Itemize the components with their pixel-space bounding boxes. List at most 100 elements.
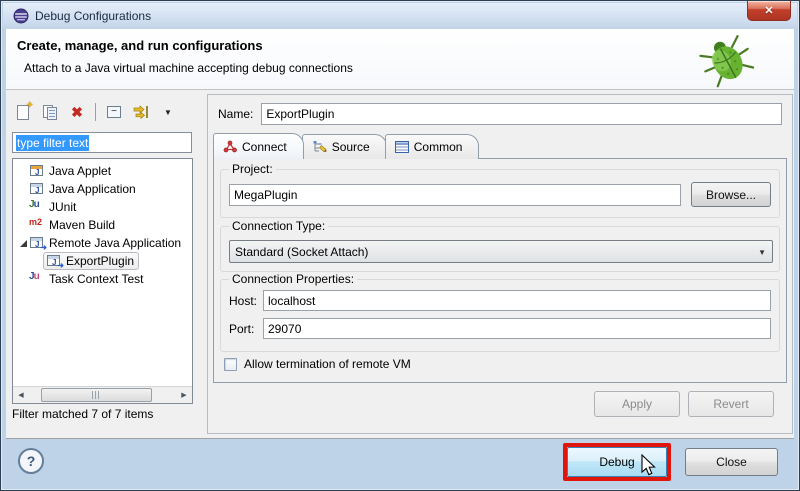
allow-termination-row[interactable]: Allow termination of remote VM (224, 357, 411, 371)
chevron-down-icon: ▼ (164, 108, 172, 117)
tab-source[interactable]: Source (302, 134, 387, 159)
footer-separator (6, 438, 794, 439)
dialog-header-subtitle: Attach to a Java virtual machine accepti… (24, 61, 353, 75)
tree-item-task-context-test[interactable]: Ju Task Context Test (13, 270, 192, 288)
duplicate-icon (43, 105, 58, 120)
debug-bug-icon (698, 31, 756, 89)
tree-item-exportplugin[interactable]: J ➜ ExportPlugin (13, 252, 192, 270)
scroll-left-arrow[interactable]: ◀ (13, 387, 29, 403)
duplicate-configuration-button[interactable] (40, 102, 60, 122)
revert-button[interactable]: Revert (688, 391, 774, 417)
window-title: Debug Configurations (35, 9, 151, 23)
dialog-header-title: Create, manage, and run configurations (17, 38, 263, 53)
filter-launch-configurations-button[interactable] (131, 102, 151, 122)
project-input[interactable] (229, 184, 681, 206)
sparkle-icon: ✦ (26, 100, 34, 111)
project-group-label: Project: (229, 162, 276, 176)
scroll-right-arrow[interactable]: ▶ (176, 387, 192, 403)
connection-type-value: Standard (Socket Attach) (235, 245, 368, 259)
tree-item-label: Task Context Test (49, 272, 144, 286)
port-label: Port: (229, 322, 263, 336)
tree-item-java-applet[interactable]: J Java Applet (13, 162, 192, 180)
collapse-all-button[interactable]: − (104, 102, 124, 122)
config-detail-panel: Name: Connect (207, 94, 793, 434)
collapse-all-icon: − (107, 106, 121, 118)
tree-item-label: Java Applet (49, 164, 111, 178)
junit-icon: Ju (29, 199, 45, 215)
window-close-button[interactable]: ✕ (747, 1, 791, 21)
host-input[interactable] (263, 290, 771, 311)
browse-button-label: Browse... (706, 188, 756, 202)
filter-icon (133, 105, 149, 119)
filter-status-text: Filter matched 7 of 7 items (12, 407, 153, 421)
scrollbar-grip (92, 391, 101, 399)
tab-label: Common (414, 140, 463, 154)
help-button[interactable]: ? (18, 448, 44, 474)
config-tabs: Connect Source (213, 133, 479, 159)
delete-configuration-button[interactable]: ✖ (67, 102, 87, 122)
tree-item-maven-build[interactable]: m2 Maven Build (13, 216, 192, 234)
remote-arrow-icon: ➜ (57, 261, 64, 270)
launch-config-toolbar: ✦ ✖ − ▼ (13, 100, 178, 124)
task-context-test-icon: Ju (29, 271, 45, 287)
expanded-twisty-icon[interactable] (17, 237, 29, 249)
selected-tree-item[interactable]: J ➜ ExportPlugin (43, 252, 139, 270)
port-input[interactable] (263, 318, 771, 339)
browse-button[interactable]: Browse... (691, 182, 771, 207)
revert-button-label: Revert (713, 397, 748, 411)
filter-input[interactable]: type filter text (12, 132, 192, 153)
host-label: Host: (229, 294, 263, 308)
tree-item-java-application[interactable]: J Java Application (13, 180, 192, 198)
help-icon: ? (27, 453, 36, 469)
scrollbar-track[interactable] (29, 387, 176, 403)
tree-item-junit[interactable]: Ju JUnit (13, 198, 192, 216)
tree-item-label: Java Application (49, 182, 136, 196)
tab-common[interactable]: Common (385, 134, 480, 159)
project-group: Project: Browse... (220, 169, 780, 218)
tab-label: Connect (242, 140, 287, 154)
close-button[interactable]: Close (685, 448, 778, 476)
dialog-header: Create, manage, and run configurations A… (6, 29, 794, 90)
connection-properties-group-label: Connection Properties: (229, 272, 357, 286)
combo-arrow-icon: ▼ (758, 248, 766, 257)
tab-label: Source (332, 140, 370, 154)
maven-build-icon: m2 (29, 217, 45, 233)
remote-java-application-icon: J ➜ (46, 253, 62, 269)
tree-item-label: ExportPlugin (66, 254, 134, 268)
filter-input-text: type filter text (16, 135, 89, 151)
close-button-label: Close (716, 455, 747, 469)
tree-item-remote-java-application[interactable]: J ➜ Remote Java Application (13, 234, 192, 252)
close-icon: ✕ (764, 4, 773, 17)
java-application-icon: J (29, 181, 45, 197)
connect-tab-content: Project: Browse... Connection Type: Stan… (213, 158, 787, 383)
allow-termination-label: Allow termination of remote VM (244, 357, 411, 371)
new-configuration-button[interactable]: ✦ (13, 102, 33, 122)
allow-termination-checkbox[interactable] (224, 358, 237, 371)
connection-type-group: Connection Type: Standard (Socket Attach… (220, 226, 780, 272)
connect-icon (223, 140, 237, 153)
name-input[interactable] (261, 103, 782, 125)
common-icon (395, 141, 409, 153)
apply-button[interactable]: Apply (594, 391, 680, 417)
eclipse-logo-icon (13, 8, 29, 24)
titlebar[interactable]: Debug Configurations (3, 3, 797, 29)
scrollbar-thumb[interactable] (41, 388, 153, 402)
toolbar-separator (95, 103, 96, 121)
name-label: Name: (218, 107, 253, 121)
mouse-cursor-icon (638, 454, 658, 478)
new-configuration-icon: ✦ (17, 105, 29, 120)
tree-item-label: JUnit (49, 200, 76, 214)
tree-item-label: Maven Build (49, 218, 115, 232)
connection-type-select[interactable]: Standard (Socket Attach) ▼ (229, 240, 773, 263)
name-row: Name: (218, 103, 782, 125)
remote-arrow-icon: ➜ (40, 243, 47, 252)
dialog-window: Debug Configurations ✕ Create, manage, a… (0, 0, 800, 491)
apply-revert-row: Apply Revert (594, 391, 774, 417)
toolbar-menu-button[interactable]: ▼ (158, 102, 178, 122)
source-icon (312, 140, 327, 154)
connection-type-group-label: Connection Type: (229, 219, 328, 233)
apply-button-label: Apply (622, 397, 652, 411)
tab-connect[interactable]: Connect (213, 133, 304, 159)
connection-properties-group: Connection Properties: Host: Port: (220, 279, 780, 352)
tree-horizontal-scrollbar[interactable]: ◀ ▶ (13, 386, 192, 403)
